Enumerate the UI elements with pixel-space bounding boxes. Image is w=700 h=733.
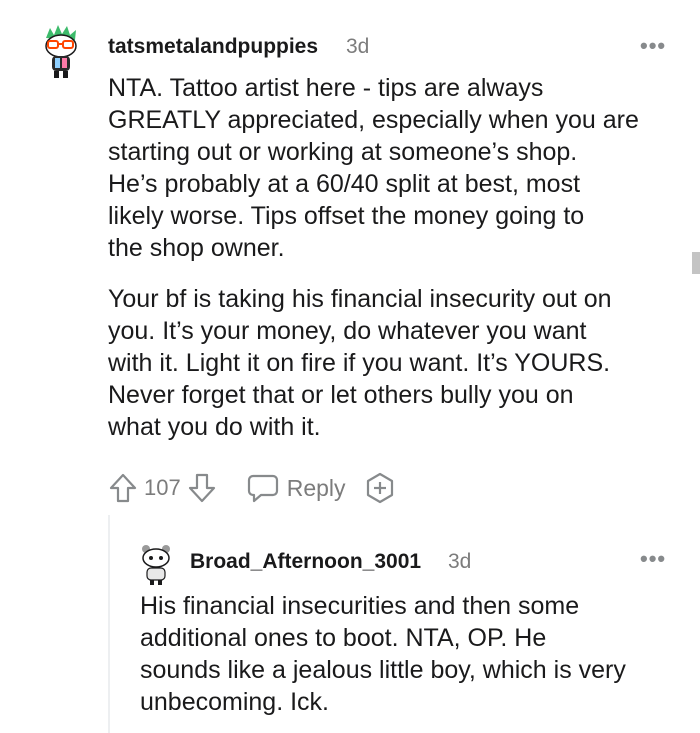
comment-line: His financial insecurities and then some <box>140 592 580 620</box>
comment-username[interactable]: tatsmetalandpuppies <box>108 35 318 59</box>
comment: tatsmetalandpuppies 3d ••• NTA. Tattoo a… <box>0 0 700 520</box>
comment-actions: 107 Reply <box>108 468 396 508</box>
comment-line: unbecoming. Ick. <box>140 688 329 716</box>
avatar-icon[interactable] <box>36 22 86 80</box>
comment-line: NTA. Tattoo artist here - tips are alway… <box>108 74 544 102</box>
downvote-icon[interactable] <box>187 472 217 504</box>
more-options-icon[interactable]: ••• <box>640 33 666 59</box>
reply-button[interactable]: Reply <box>247 473 346 503</box>
comment-line: Never forget that or let others bully yo… <box>108 381 574 409</box>
comment-line: the shop owner. <box>108 234 285 262</box>
comment-line: likely worse. Tips offset the money goin… <box>108 202 585 230</box>
comment-line: you. It’s your money, do whatever you wa… <box>108 317 587 345</box>
comment-timestamp[interactable]: 3d <box>448 550 471 574</box>
comment-line: starting out or working at someone’s sho… <box>108 138 578 166</box>
reply-icon <box>247 474 278 503</box>
comment-line: GREATLY appreciated, especially when you… <box>108 106 639 134</box>
scrollbar-thumb[interactable] <box>692 252 700 274</box>
vote-count: 107 <box>144 475 181 500</box>
comment-line: He’s probably at a 60/40 split at best, … <box>108 170 581 198</box>
more-options-icon[interactable]: ••• <box>640 546 666 572</box>
award-icon[interactable] <box>364 472 396 504</box>
comment-username[interactable]: Broad_Afternoon_3001 <box>190 550 421 574</box>
avatar-icon[interactable] <box>136 542 176 586</box>
comment-line: Your bf is taking his financial insecuri… <box>108 285 612 313</box>
comment-line: with it. Light it on fire if you want. I… <box>108 349 611 377</box>
comment-line: what you do with it. <box>108 413 321 441</box>
comment-timestamp[interactable]: 3d <box>346 35 369 59</box>
reply-label: Reply <box>286 474 346 501</box>
upvote-icon[interactable] <box>108 472 138 504</box>
comment-paragraph: Your bf is taking his financial insecuri… <box>108 283 612 443</box>
comment-line: sounds like a jealous little boy, which … <box>140 656 626 684</box>
comment-line: additional ones to boot. NTA, OP. He <box>140 624 547 652</box>
comment-paragraph: NTA. Tattoo artist here - tips are alway… <box>108 72 639 264</box>
comment-paragraph: His financial insecurities and then some… <box>140 590 626 718</box>
